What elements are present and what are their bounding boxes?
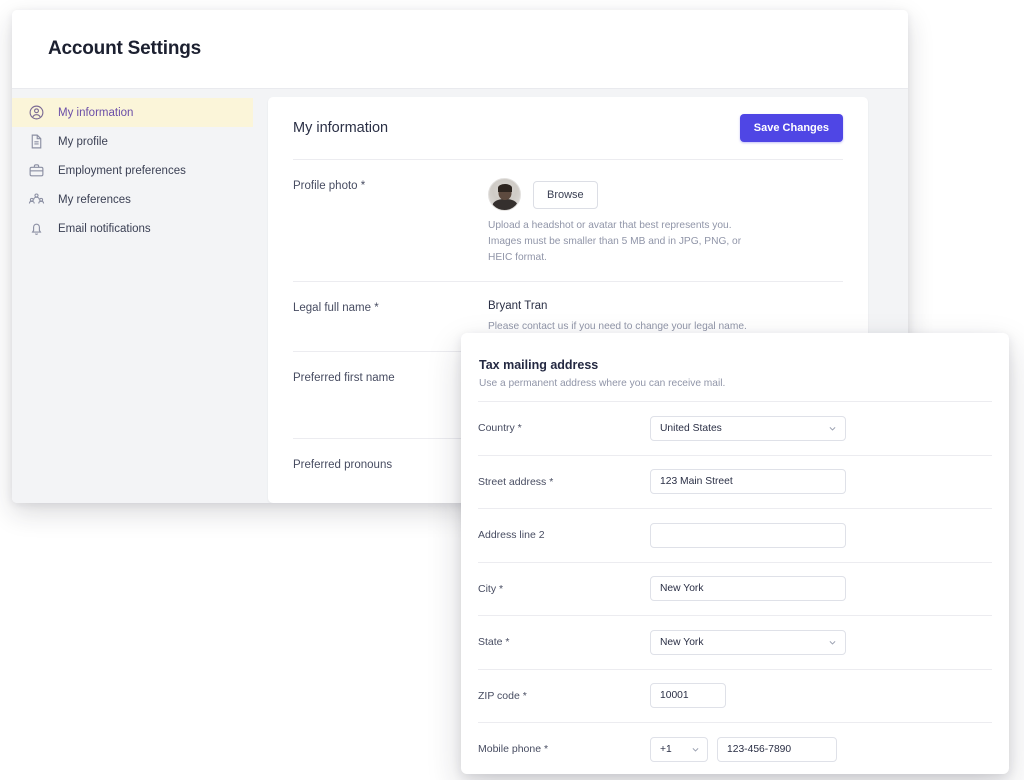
sidebar-item-my-references[interactable]: My references — [12, 185, 253, 214]
field-row-mobile-phone: Mobile phone * +1 123-456-7890 — [461, 723, 1009, 774]
chevron-down-icon — [828, 638, 837, 647]
city-value: New York — [660, 583, 704, 594]
photo-controls: Browse — [488, 178, 843, 211]
phone-country-code-select[interactable]: +1 — [650, 737, 708, 762]
street-address-value: 123 Main Street — [660, 476, 733, 487]
zip-code-value: 10001 — [660, 690, 689, 701]
phone-country-code-value: +1 — [660, 744, 672, 755]
screen: Account Settings My information — [0, 0, 1024, 780]
document-icon — [28, 133, 45, 150]
mobile-phone-value: 123-456-7890 — [727, 744, 791, 755]
country-field: United States — [650, 416, 992, 441]
profile-photo-body: Browse Upload a headshot or avatar that … — [488, 178, 843, 265]
tax-address-subtitle: Use a permanent address where you can re… — [479, 378, 991, 389]
street-address-input[interactable]: 123 Main Street — [650, 469, 846, 494]
browse-button[interactable]: Browse — [533, 181, 598, 209]
window-titlebar: Account Settings — [12, 10, 908, 89]
field-row-zip-code: ZIP code * 10001 — [461, 670, 1009, 723]
field-row-profile-photo: Profile photo * Browse Upload a headshot… — [290, 160, 846, 281]
mobile-phone-label: Mobile phone * — [478, 743, 650, 755]
field-row-city: City * New York — [461, 563, 1009, 616]
sidebar: My information My profile — [12, 89, 253, 503]
bell-icon — [28, 220, 45, 237]
sidebar-item-label: My information — [58, 107, 133, 119]
field-row-address-line-2: Address line 2 — [461, 509, 1009, 562]
country-select[interactable]: United States — [650, 416, 846, 441]
country-value: United States — [660, 423, 722, 434]
card-title: My information — [293, 120, 388, 136]
field-row-street-address: Street address * 123 Main Street — [461, 456, 1009, 509]
avatar — [488, 178, 521, 211]
sidebar-item-my-information[interactable]: My information — [12, 98, 253, 127]
mobile-phone-field: +1 123-456-7890 — [650, 737, 992, 762]
sidebar-item-employment-preferences[interactable]: Employment preferences — [12, 156, 253, 185]
briefcase-icon — [28, 162, 45, 179]
field-row-country: Country * United States — [461, 402, 1009, 455]
address-line-2-field — [650, 523, 992, 548]
people-group-icon — [28, 191, 45, 208]
user-circle-icon — [28, 104, 45, 121]
mobile-phone-input[interactable]: 123-456-7890 — [717, 737, 837, 762]
tax-address-header: Tax mailing address Use a permanent addr… — [461, 333, 1009, 401]
profile-photo-label: Profile photo * — [293, 178, 488, 265]
zip-code-label: ZIP code * — [478, 690, 650, 702]
state-field: New York — [650, 630, 992, 655]
state-select[interactable]: New York — [650, 630, 846, 655]
sidebar-item-my-profile[interactable]: My profile — [12, 127, 253, 156]
sidebar-item-label: Employment preferences — [58, 165, 186, 177]
sidebar-item-email-notifications[interactable]: Email notifications — [12, 214, 253, 243]
address-line-2-input[interactable] — [650, 523, 846, 548]
preferred-first-name-label: Preferred first name — [293, 370, 488, 422]
state-label: State * — [478, 636, 650, 648]
street-address-label: Street address * — [478, 476, 650, 488]
address-line-2-label: Address line 2 — [478, 529, 650, 541]
city-input[interactable]: New York — [650, 576, 846, 601]
sidebar-item-label: Email notifications — [58, 223, 151, 235]
card-header: My information Save Changes — [290, 97, 846, 159]
street-address-field: 123 Main Street — [650, 469, 992, 494]
field-row-state: State * New York — [461, 616, 1009, 669]
chevron-down-icon — [691, 745, 700, 754]
country-label: Country * — [478, 422, 650, 434]
page-title: Account Settings — [48, 38, 201, 60]
zip-code-input[interactable]: 10001 — [650, 683, 726, 708]
sidebar-item-label: My references — [58, 194, 131, 206]
tax-mailing-address-panel: Tax mailing address Use a permanent addr… — [461, 333, 1009, 774]
zip-code-field: 10001 — [650, 683, 992, 708]
tax-address-title: Tax mailing address — [479, 358, 991, 372]
sidebar-item-label: My profile — [58, 136, 108, 148]
save-changes-button[interactable]: Save Changes — [740, 114, 843, 142]
state-value: New York — [660, 637, 704, 648]
city-label: City * — [478, 583, 650, 595]
legal-full-name-value: Bryant Tran — [488, 300, 843, 312]
profile-photo-help: Upload a headshot or avatar that best re… — [488, 218, 756, 265]
city-field: New York — [650, 576, 992, 601]
preferred-pronouns-label: Preferred pronouns — [293, 457, 488, 471]
chevron-down-icon — [828, 424, 837, 433]
legal-full-name-label: Legal full name * — [293, 300, 488, 335]
legal-full-name-body: Bryant Tran Please contact us if you nee… — [488, 300, 843, 335]
